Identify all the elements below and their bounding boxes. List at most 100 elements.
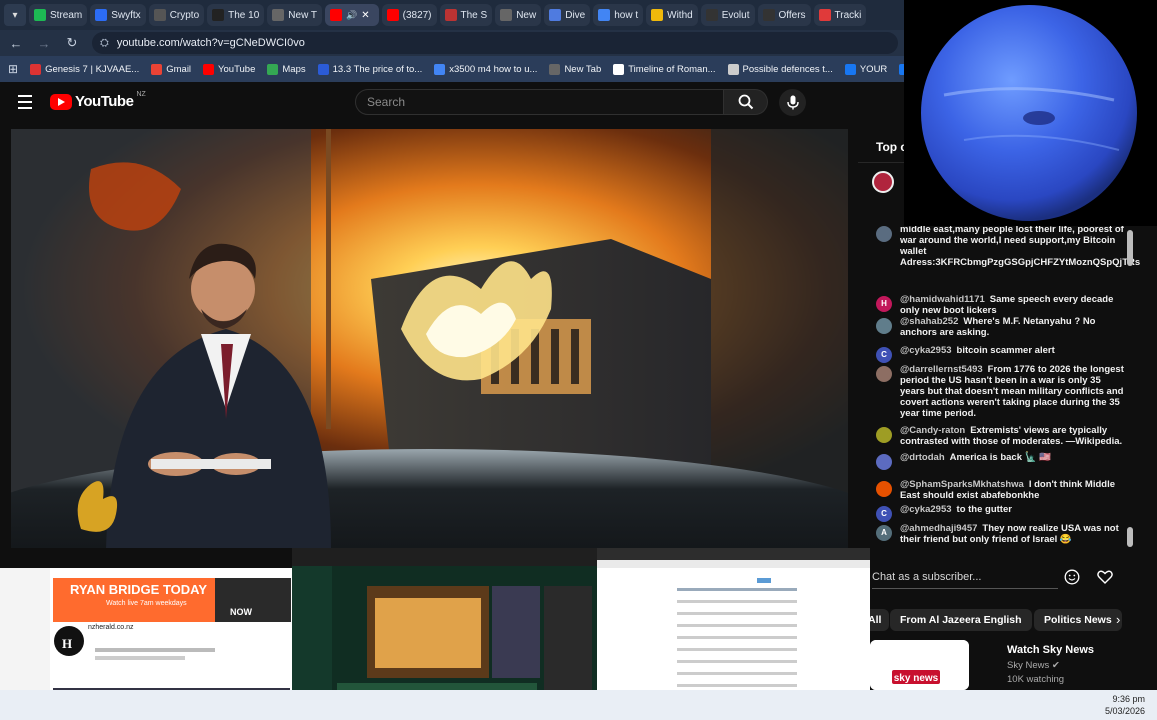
bookmark-item[interactable]: YOUR <box>844 63 888 75</box>
chat-scrollbar-thumb-lower[interactable] <box>1127 527 1133 547</box>
chat-author[interactable]: @hamidwahid1171 <box>900 294 985 305</box>
chip-politics-news[interactable]: Politics News <box>1034 609 1122 631</box>
browser-tab[interactable]: how t <box>593 4 644 26</box>
apps-grid-icon[interactable]: ⊞ <box>8 62 18 76</box>
video-player[interactable] <box>11 129 848 549</box>
chat-text: middle east,many people lost their life,… <box>900 224 1141 268</box>
chat-avatar[interactable] <box>876 226 892 242</box>
tab-label: Stream <box>50 9 83 21</box>
recommended-channel-name[interactable]: Sky News <box>1007 660 1049 671</box>
address-bar[interactable]: ⛭ youtube.com/watch?v=gCNeDWCI0vo <box>92 32 898 54</box>
chat-avatar[interactable]: C <box>876 347 892 363</box>
recommended-thumbnail[interactable]: sky news <box>870 640 969 690</box>
tab-close-icon[interactable]: ✕ <box>361 10 369 21</box>
reload-icon[interactable]: ↻ <box>64 35 80 51</box>
chat-avatar[interactable] <box>876 481 892 497</box>
forward-arrow-icon[interactable]: → <box>36 36 52 51</box>
browser-tab[interactable]: Offers <box>757 4 811 26</box>
site-info-icon[interactable]: ⛭ <box>100 37 109 50</box>
back-arrow-icon[interactable]: ← <box>8 36 24 51</box>
search-button[interactable] <box>724 89 768 115</box>
youtube-logo[interactable]: YouTube NZ <box>50 91 146 110</box>
bookmark-item[interactable]: Possible defences t... <box>727 63 833 75</box>
chat-avatar[interactable]: C <box>876 506 892 522</box>
bookmark-item[interactable]: Gmail <box>151 63 191 75</box>
browser-tab[interactable]: New <box>495 4 542 26</box>
browser-tab[interactable]: 🔊 ✕ <box>325 4 379 26</box>
chat-message[interactable]: @SphamSparksMkhatshwa I don't think Middl… <box>876 479 1124 502</box>
recommended-channel[interactable]: Sky News ✔ <box>1007 660 1060 671</box>
search-input[interactable] <box>355 89 724 115</box>
tab-favicon-icon <box>651 9 664 21</box>
system-clock[interactable]: 9:36 pm 5/03/2026 <box>1105 693 1145 717</box>
chat-message[interactable]: C @cyka2953 bitcoin scammer alert <box>876 345 1124 363</box>
url-text[interactable]: youtube.com/watch?v=gCNeDWCI0vo <box>117 37 305 49</box>
browser-tab[interactable]: Dive <box>544 4 591 26</box>
browser-tab[interactable]: The S <box>439 4 493 26</box>
chat-avatar[interactable] <box>876 427 892 443</box>
chat-avatar[interactable] <box>876 318 892 334</box>
bookmark-item[interactable]: Timeline of Roman... <box>613 63 716 75</box>
browser-tab[interactable]: Crypto <box>148 4 205 26</box>
emoji-icon[interactable] <box>1064 569 1080 585</box>
chat-author[interactable]: @darrellernst5493 <box>900 364 983 375</box>
bookmark-item[interactable]: 13.3 The price of to... <box>317 63 422 75</box>
chat-avatar[interactable] <box>876 366 892 382</box>
heart-icon[interactable] <box>1096 568 1114 586</box>
chat-avatar[interactable]: H <box>876 296 892 312</box>
bookmark-item[interactable]: New Tab <box>549 63 601 75</box>
browser-tab[interactable]: Withd <box>646 4 698 26</box>
chat-message[interactable]: @shahab252 Where's M.F. Netanyahu ? No an… <box>876 316 1124 339</box>
bookmark-label: YouTube <box>218 63 256 75</box>
chat-avatar[interactable]: A <box>876 525 892 541</box>
chat-author[interactable]: @SphamSparksMkhatshwa <box>900 479 1024 490</box>
chat-message[interactable]: @darrellernst5493 From 1776 to 2026 the l… <box>876 364 1124 420</box>
preview-document[interactable] <box>597 548 870 713</box>
address-bar-row: ← → ↻ ⛭ youtube.com/watch?v=gCNeDWCI0vo <box>0 30 904 56</box>
chat-message[interactable]: C @cyka2953 to the gutter <box>876 504 1124 522</box>
recommended-video[interactable]: sky news Watch Sky News Sky News ✔ 10K w… <box>870 640 1146 690</box>
chat-message[interactable]: H @hamidwahid1171 Same speech every decade… <box>876 294 1124 317</box>
chat-scrollbar-thumb[interactable] <box>1127 230 1133 266</box>
chat-author[interactable]: @ahmedhaji9457 <box>900 523 977 534</box>
tab-search-icon[interactable]: ▾ <box>4 4 26 26</box>
chat-author[interactable]: @cyka2953 <box>900 345 952 356</box>
menu-icon[interactable] <box>18 95 32 109</box>
chat-avatar[interactable] <box>876 454 892 470</box>
browser-tab[interactable]: (3827) <box>381 4 437 26</box>
browser-tab[interactable]: Tracki <box>813 4 867 26</box>
voice-search-button[interactable] <box>779 89 806 116</box>
chat-message[interactable]: @Candy-raton Extremists' views are typica… <box>876 425 1124 448</box>
pinned-avatar[interactable] <box>872 171 894 193</box>
chat-author[interactable]: @Candy-raton <box>900 425 965 436</box>
browser-tab[interactable]: Evolut <box>700 4 755 26</box>
chat-author[interactable]: @shahab252 <box>900 316 958 327</box>
bookmark-item[interactable]: Maps <box>267 63 306 75</box>
chat-message[interactable]: A @ahmedhaji9457 They now realize USA was … <box>876 523 1124 546</box>
browser-tab[interactable]: The 10 <box>207 4 265 26</box>
verified-icon: ✔ <box>1051 660 1060 671</box>
chevron-right-icon[interactable]: › <box>1116 612 1120 627</box>
bookmark-label: YOUR <box>859 63 888 75</box>
tab-audio-icon[interactable]: 🔊 <box>346 10 357 21</box>
preview-nzherald[interactable]: RYAN BRIDGE TODAY Watch live 7am weekday… <box>0 548 292 713</box>
tab-favicon-icon <box>705 9 718 21</box>
chat-message[interactable]: middle east,many people lost their life,… <box>876 224 1140 269</box>
bookmark-item[interactable]: x3500 m4 how to u... <box>434 63 537 75</box>
chat-input[interactable] <box>872 566 1058 588</box>
chat-message[interactable]: @drtodah America is back 🗽 🇺🇸 <box>876 452 1124 470</box>
preview-casino[interactable] <box>292 548 597 713</box>
recommended-title[interactable]: Watch Sky News <box>1007 644 1094 656</box>
browser-tab[interactable]: New T <box>267 4 322 26</box>
tab-favicon-icon <box>500 9 513 21</box>
bookmark-item[interactable]: YouTube <box>203 63 256 75</box>
bookmark-item[interactable]: Genesis 7 | KJVAAE... <box>30 63 139 75</box>
chat-author[interactable]: @drtodah <box>900 452 945 463</box>
chip-from-al-jazeera[interactable]: From Al Jazeera English <box>890 609 1032 631</box>
chat-scrollbar[interactable] <box>1127 224 1133 594</box>
chat-author[interactable]: @cyka2953 <box>900 504 952 515</box>
browser-tab[interactable]: Stream <box>29 4 88 26</box>
browser-tab[interactable]: Swyftx <box>90 4 146 26</box>
chat-mode-dropdown[interactable]: Top c <box>876 140 907 154</box>
bookmark-label: Timeline of Roman... <box>628 63 716 75</box>
